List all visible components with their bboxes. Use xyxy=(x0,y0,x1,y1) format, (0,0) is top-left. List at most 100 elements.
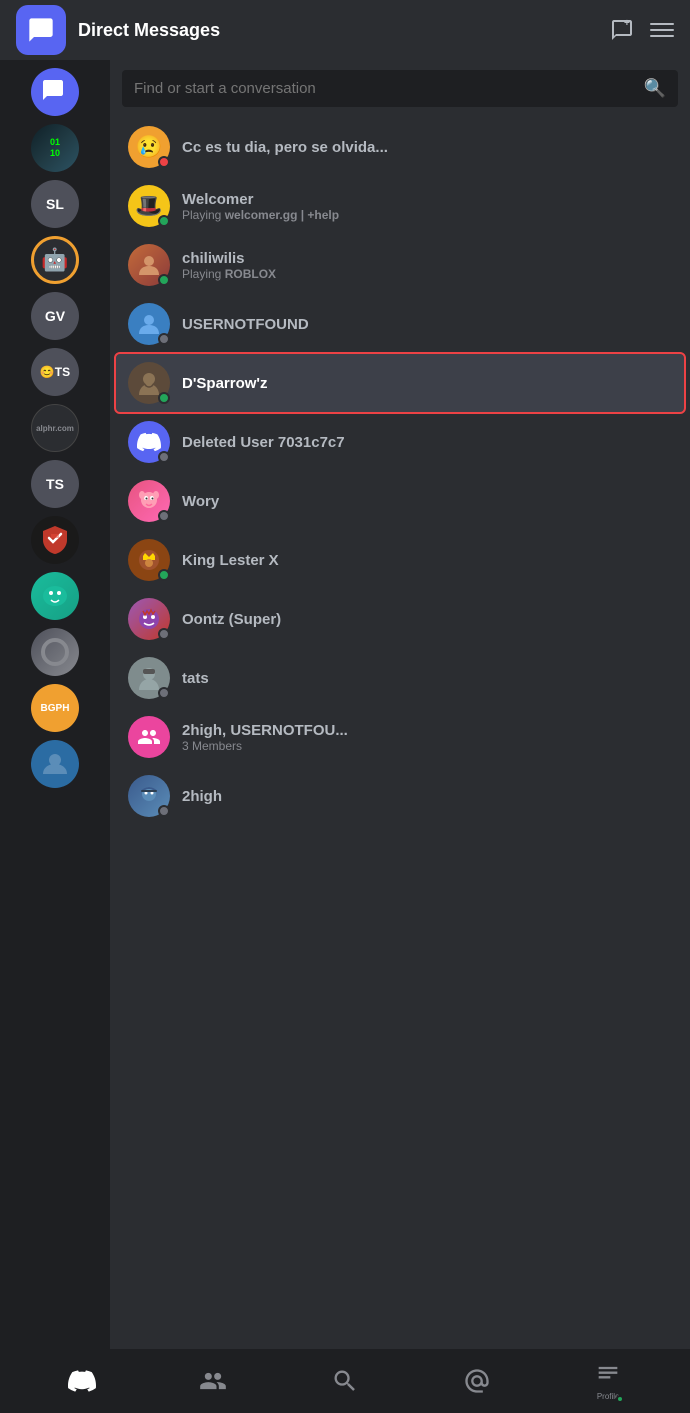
sidebar-label-bgph: BGPH xyxy=(41,703,70,714)
dm-name: chiliwilis xyxy=(182,250,672,267)
list-item[interactable]: Oontz (Super) xyxy=(116,590,684,648)
avatar-wrap xyxy=(128,303,170,345)
sidebar-item-emojits[interactable]: 😊TS xyxy=(31,348,79,396)
profile-nav-icon xyxy=(594,1361,622,1389)
profile-online-dot xyxy=(616,1395,624,1403)
avatar-wrap xyxy=(128,657,170,699)
sidebar-item-lego[interactable]: 🤖 xyxy=(31,236,79,284)
nav-item-discord[interactable] xyxy=(68,1367,96,1395)
group-icon xyxy=(137,725,161,749)
dm-list: 😢 Cc es tu dia, pero se olvida... 🎩 xyxy=(110,117,690,1349)
list-item[interactable]: 😢 Cc es tu dia, pero se olvida... xyxy=(116,118,684,176)
sidebar-label-ts: TS xyxy=(46,476,64,492)
sidebar-item-gv[interactable]: GV xyxy=(31,292,79,340)
dm-info: chiliwilis Playing ROBLOX xyxy=(182,250,672,281)
sidebar-item-sl[interactable]: SL xyxy=(31,180,79,228)
dm-info: Welcomer Playing welcomer.gg | +help xyxy=(182,191,672,222)
list-item[interactable]: chiliwilis Playing ROBLOX xyxy=(116,236,684,294)
list-item[interactable]: King Lester X xyxy=(116,531,684,589)
nav-item-search[interactable] xyxy=(331,1367,359,1395)
dm-info: tats xyxy=(182,670,672,687)
dm-name: Oontz (Super) xyxy=(182,611,672,628)
dm-info: King Lester X xyxy=(182,552,672,569)
mentions-nav-icon xyxy=(463,1367,491,1395)
new-dm-button[interactable]: + xyxy=(610,18,634,42)
status-dot-offline xyxy=(158,510,170,522)
page-title: Direct Messages xyxy=(78,20,610,41)
list-item[interactable]: tats xyxy=(116,649,684,707)
sidebar-item-code[interactable]: 0110 xyxy=(31,124,79,172)
server-list: 0110 SL 🤖 GV 😊TS alphr.com xyxy=(0,60,110,1349)
search-nav-icon xyxy=(331,1367,359,1395)
top-bar: Direct Messages + xyxy=(0,0,690,60)
list-item[interactable]: 2high xyxy=(116,767,684,825)
avatar-wrap xyxy=(128,421,170,463)
sidebar-item-circle[interactable] xyxy=(31,628,79,676)
sidebar-label-sl: SL xyxy=(46,196,64,212)
dm-info: USERNOTFOUND xyxy=(182,316,672,333)
dm-name: Deleted User 7031c7c7 xyxy=(182,434,672,451)
sidebar-item-ts[interactable]: TS xyxy=(31,460,79,508)
nav-item-mentions[interactable] xyxy=(463,1367,491,1395)
discord-icon xyxy=(137,430,161,454)
avatar-emoji: 🎩 xyxy=(135,193,162,219)
avatar-wrap xyxy=(128,244,170,286)
camera-person-icon xyxy=(39,748,71,780)
avatar xyxy=(128,716,170,758)
dm-status: 3 Members xyxy=(182,739,672,753)
bottom-nav: Profile xyxy=(0,1349,690,1413)
dm-info: Wory xyxy=(182,493,672,510)
sidebar-item-dm[interactable] xyxy=(31,68,79,116)
lego-emoji: 🤖 xyxy=(41,247,68,273)
dm-info: 2high, USERNOTFOU... 3 Members xyxy=(182,722,672,753)
dm-app-icon[interactable] xyxy=(16,5,66,55)
dm-name: Wory xyxy=(182,493,672,510)
dm-name: tats xyxy=(182,670,672,687)
dm-info: D'Sparrow'z xyxy=(182,375,672,392)
red-shield-icon xyxy=(39,524,71,556)
dm-name: USERNOTFOUND xyxy=(182,316,672,333)
avatar-wrap: 😢 xyxy=(128,126,170,168)
status-dot-online xyxy=(158,392,170,404)
menu-button[interactable] xyxy=(650,18,674,42)
list-item[interactable]: 🎩 Welcomer Playing welcomer.gg | +help xyxy=(116,177,684,235)
sidebar-item-photo[interactable] xyxy=(31,740,79,788)
circle-icon xyxy=(41,638,69,666)
sidebar-item-bgph[interactable]: BGPH xyxy=(31,684,79,732)
nav-item-profile[interactable]: Profile xyxy=(594,1361,622,1401)
list-item[interactable]: Wory xyxy=(116,472,684,530)
avatar-wrap xyxy=(128,598,170,640)
nav-item-friends[interactable] xyxy=(199,1367,227,1395)
dm-name-active: D'Sparrow'z xyxy=(182,375,672,392)
dm-name: 2high, USERNOTFOU... xyxy=(182,722,672,739)
search-input[interactable] xyxy=(134,80,636,97)
friends-nav-icon xyxy=(199,1367,227,1395)
dm-info: 2high xyxy=(182,788,672,805)
sidebar-label-alphr: alphr.com xyxy=(36,424,74,433)
status-dot-online xyxy=(158,215,170,227)
status-dot-online xyxy=(158,274,170,286)
main-content: 0110 SL 🤖 GV 😊TS alphr.com xyxy=(0,60,690,1349)
dm-panel: 🔍 😢 Cc es tu dia, pero se olvida... xyxy=(110,60,690,1349)
sidebar-item-alphr[interactable]: alphr.com xyxy=(31,404,79,452)
status-dot-online xyxy=(158,569,170,581)
list-item[interactable]: USERNOTFOUND xyxy=(116,295,684,353)
sidebar-item-teal[interactable] xyxy=(31,572,79,620)
search-bar[interactable]: 🔍 xyxy=(122,70,678,107)
sidebar-label-emojits: 😊TS xyxy=(40,365,70,379)
list-item-active[interactable]: D'Sparrow'z xyxy=(116,354,684,412)
status-dot-offline xyxy=(158,805,170,817)
list-item[interactable]: 2high, USERNOTFOU... 3 Members xyxy=(116,708,684,766)
dm-name: Cc es tu dia, pero se olvida... xyxy=(182,139,672,156)
list-item[interactable]: Deleted User 7031c7c7 xyxy=(116,413,684,471)
avatar-wrap xyxy=(128,539,170,581)
discord-nav-icon xyxy=(68,1367,96,1395)
status-dot-offline xyxy=(158,687,170,699)
avatar-wrap xyxy=(128,362,170,404)
svg-text:+: + xyxy=(624,18,630,29)
sidebar-item-red[interactable] xyxy=(31,516,79,564)
avatar-wrap xyxy=(128,716,170,758)
search-icon: 🔍 xyxy=(644,78,666,99)
status-dot-offline xyxy=(158,451,170,463)
status-dot-offline xyxy=(158,628,170,640)
